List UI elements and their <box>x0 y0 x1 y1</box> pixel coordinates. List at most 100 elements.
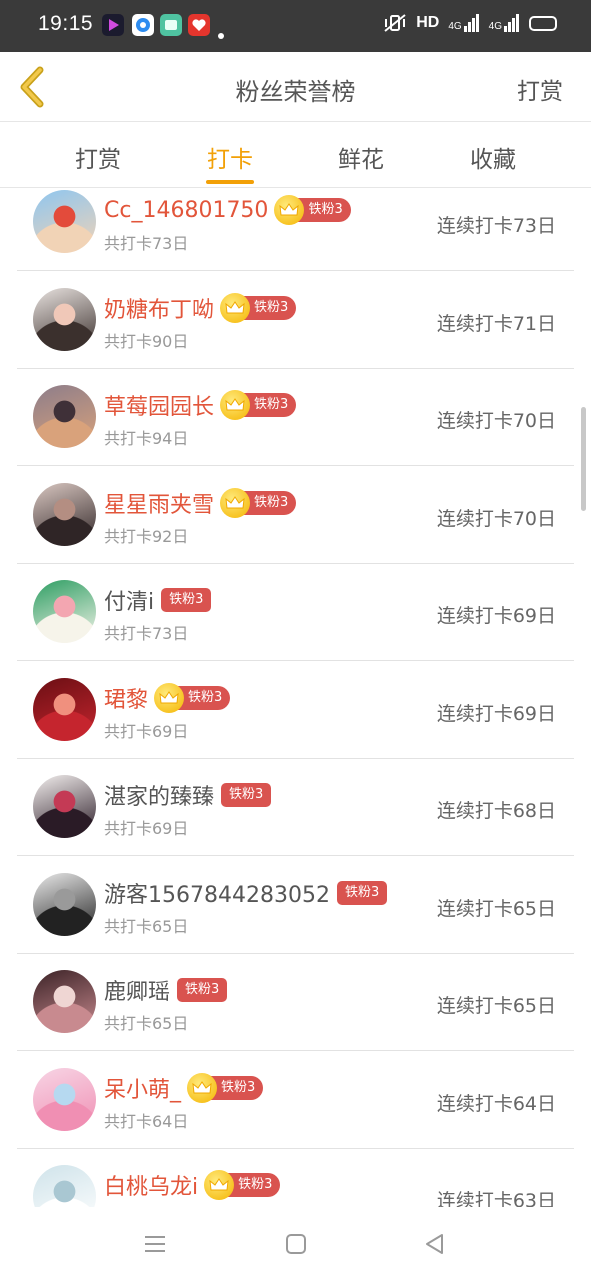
crown-icon <box>187 1072 218 1103</box>
fan-name[interactable]: Cc_146801750 <box>104 198 268 223</box>
tab-bar: 打赏 打卡 鲜花 收藏 <box>0 122 591 188</box>
fan-name-line: 草莓园园长 铁粉3 <box>104 389 297 421</box>
fan-name[interactable]: 奶糖布丁呦 <box>104 292 214 324</box>
status-time: 19:15 <box>38 12 94 35</box>
fan-streak: 连续打卡73日 <box>436 215 556 237</box>
tab-reward[interactable]: 打赏 <box>48 140 148 174</box>
fan-total-checkins: 共打卡92日 <box>104 526 189 546</box>
network-hd-label: HD <box>416 14 440 31</box>
fan-streak: 连续打卡68日 <box>436 800 556 822</box>
fan-avatar[interactable] <box>33 385 96 448</box>
battery-icon <box>529 15 557 31</box>
fan-name[interactable]: 付清i <box>104 584 154 616</box>
top-navigation-bar: 粉丝荣誉榜 打赏 <box>0 52 591 122</box>
fan-list-item[interactable]: Cc_146801750 铁粉3 共打卡73日 连续打卡73日 <box>17 189 574 271</box>
crown-icon <box>154 682 185 713</box>
fan-name-line: 付清i 铁粉3 <box>104 584 212 616</box>
fan-level-badge: 铁粉3 <box>177 978 228 1002</box>
tab-checkin[interactable]: 打卡 <box>180 140 280 174</box>
back-triangle-icon <box>426 1234 443 1254</box>
crown-icon <box>220 292 251 323</box>
signal-1-icon: 4G <box>448 14 479 32</box>
fan-total-checkins: 共打卡69日 <box>104 819 189 838</box>
fan-name[interactable]: 白桃乌龙i <box>104 1169 198 1201</box>
fan-list-item[interactable]: 呆小萌_ 铁粉3 共打卡64日 连续打卡64日 <box>17 1051 574 1149</box>
fan-level-badge: 铁粉3 <box>161 588 212 612</box>
home-button[interactable] <box>283 1231 309 1257</box>
notification-dot <box>218 33 224 39</box>
fan-name-line: 白桃乌龙i 铁粉3 <box>104 1169 281 1201</box>
fan-avatar[interactable] <box>33 872 96 936</box>
signal-2-label: 4G <box>488 21 502 32</box>
fan-name[interactable]: 珺黎 <box>104 682 148 714</box>
fan-total-checkins: 共打卡73日 <box>104 624 189 643</box>
back-system-button[interactable] <box>422 1231 448 1257</box>
page-title: 粉丝荣誉榜 <box>235 78 356 106</box>
fan-list-item[interactable]: 鹿卿瑶 铁粉3 共打卡65日 连续打卡65日 <box>17 953 574 1051</box>
video-app-icon <box>102 14 124 36</box>
fan-name-line: 呆小萌_ 铁粉3 <box>104 1072 264 1104</box>
fan-name-line: 星星雨夹雪 铁粉3 <box>104 487 297 519</box>
fan-name[interactable]: 呆小萌_ <box>104 1072 181 1104</box>
fan-name[interactable]: 游客1567844283052 <box>104 877 330 909</box>
fan-list-item[interactable]: 草莓园园长 铁粉3 共打卡94日 连续打卡70日 <box>17 368 574 466</box>
active-tab-indicator <box>206 180 254 184</box>
fan-streak: 连续打卡64日 <box>436 1092 556 1115</box>
fan-level-badge: 铁粉3 <box>336 880 388 905</box>
signal-2-icon: 4G <box>489 14 520 32</box>
reward-button[interactable]: 打赏 <box>517 72 563 106</box>
fan-streak: 连续打卡65日 <box>436 995 556 1017</box>
scrollbar[interactable] <box>581 407 586 511</box>
fan-avatar[interactable] <box>33 190 96 253</box>
status-icons: HD 4G 4G <box>383 13 557 33</box>
system-navigation-bar <box>0 1207 591 1280</box>
fan-name-line: 奶糖布丁呦 铁粉3 <box>104 292 297 324</box>
fan-name-line: 湛家的臻臻 铁粉3 <box>104 779 272 811</box>
fan-name-line: 鹿卿瑶 铁粉3 <box>104 974 228 1006</box>
tab-flowers[interactable]: 鲜花 <box>311 140 411 174</box>
fan-avatar[interactable] <box>33 482 96 546</box>
fan-avatar[interactable] <box>33 1165 96 1207</box>
fan-streak: 连续打卡63日 <box>436 1190 556 1207</box>
signal-1-label: 4G <box>448 21 462 32</box>
fan-streak: 连续打卡65日 <box>436 897 556 920</box>
fan-name-line: Cc_146801750 铁粉3 <box>104 195 351 225</box>
crown-icon <box>204 1170 235 1200</box>
fan-avatar[interactable] <box>33 1067 96 1131</box>
fan-total-checkins: 共打卡94日 <box>104 429 189 448</box>
fan-total-checkins: 共打卡90日 <box>104 331 189 351</box>
fan-list-item[interactable]: 湛家的臻臻 铁粉3 共打卡69日 连续打卡68日 <box>17 758 574 856</box>
fan-list-item[interactable]: 付清i 铁粉3 共打卡73日 连续打卡69日 <box>17 563 574 661</box>
fan-list-item[interactable]: 珺黎 铁粉3 共打卡69日 连续打卡69日 <box>17 661 574 759</box>
fan-avatar[interactable] <box>33 677 96 741</box>
fan-name[interactable]: 鹿卿瑶 <box>104 974 170 1006</box>
fan-streak: 连续打卡70日 <box>436 410 556 432</box>
mute-vibrate-icon <box>384 14 406 32</box>
fan-list-item[interactable]: 白桃乌龙i铁粉3共打卡连续打卡63日 <box>17 1148 574 1207</box>
fan-name-line: 游客1567844283052 铁粉3 <box>104 877 388 909</box>
fan-avatar[interactable] <box>33 287 96 351</box>
menu-icon <box>145 1236 165 1252</box>
fan-avatar[interactable] <box>33 970 96 1033</box>
fan-name[interactable]: 湛家的臻臻 <box>104 779 214 811</box>
home-square-icon <box>286 1234 306 1254</box>
fan-name[interactable]: 草莓园园长 <box>104 389 214 421</box>
fan-streak: 连续打卡69日 <box>436 605 556 627</box>
fan-list-item[interactable]: 奶糖布丁呦 铁粉3 共打卡90日 连续打卡71日 <box>17 271 574 369</box>
fan-total-checkins: 共打卡69日 <box>104 721 189 741</box>
fan-total-checkins: 共打卡73日 <box>104 234 189 253</box>
fan-name[interactable]: 星星雨夹雪 <box>104 487 214 519</box>
fan-list-item[interactable]: 游客1567844283052 铁粉3 共打卡65日 连续打卡65日 <box>17 856 574 954</box>
crown-icon <box>220 390 251 420</box>
fan-avatar[interactable] <box>33 580 96 643</box>
tab-favorites[interactable]: 收藏 <box>443 140 543 174</box>
fan-total-checkins: 共打卡64日 <box>104 1111 189 1131</box>
fan-avatar[interactable] <box>33 775 96 838</box>
heart-app-icon <box>188 14 210 36</box>
status-bar: 19:15 HD 4G 4G <box>0 0 591 52</box>
browser-app-icon <box>132 14 154 36</box>
menu-button[interactable] <box>142 1231 168 1257</box>
crown-icon <box>220 487 251 518</box>
fan-ranking-list[interactable]: Cc_146801750 铁粉3 共打卡73日 连续打卡73日 奶糖布丁呦 铁粉3 共打卡9… <box>0 189 591 1207</box>
fan-list-item[interactable]: 星星雨夹雪 铁粉3 共打卡92日 连续打卡70日 <box>17 466 574 564</box>
